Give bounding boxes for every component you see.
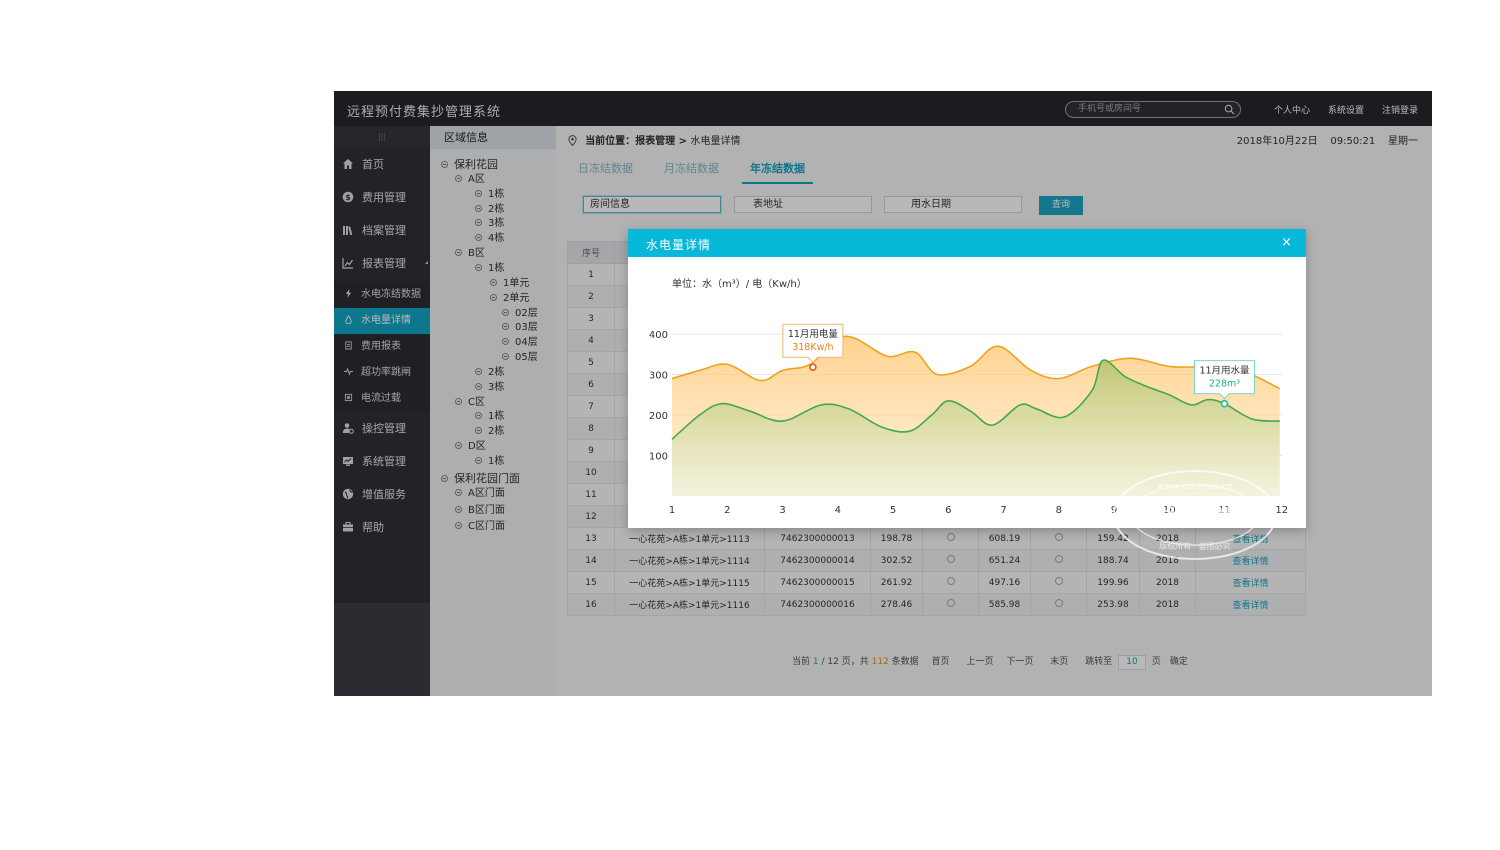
x-tick-label: 3 bbox=[779, 505, 785, 516]
watermark-url: www.jisheyun.cn bbox=[1157, 482, 1233, 492]
y-tick-label: 400 bbox=[649, 330, 668, 341]
x-tick-label: 7 bbox=[1000, 505, 1006, 516]
annotation-label: 11月用水量 bbox=[1199, 365, 1250, 377]
close-icon[interactable]: × bbox=[1281, 235, 1292, 250]
y-tick-label: 100 bbox=[649, 452, 668, 463]
y-tick-label: 300 bbox=[649, 371, 668, 382]
watermark-bottom-text: 版权所有 · 盗图必究 bbox=[1159, 541, 1231, 551]
x-tick-label: 1 bbox=[669, 505, 675, 516]
annotation-label: 11月用电量 bbox=[788, 328, 839, 340]
chart-y-axis: 100 200 300 400 bbox=[649, 330, 668, 463]
x-tick-label: 2 bbox=[724, 505, 730, 516]
app-window: 远程预付费集抄管理系统 个人中心 系统设置 注销登录 ||| 首页 $ 费用管理… bbox=[334, 91, 1432, 696]
annotation-value: 318Kw/h bbox=[792, 342, 833, 353]
y-tick-label: 200 bbox=[649, 411, 668, 422]
annotation-point[interactable] bbox=[809, 363, 817, 372]
x-tick-label: 4 bbox=[835, 505, 841, 516]
modal-header: 水电量详情 × bbox=[628, 229, 1306, 257]
annotation-value: 228m³ bbox=[1209, 379, 1240, 390]
chart-unit-label: 单位：水（m³）/ 电（Kw/h） bbox=[672, 277, 807, 290]
watermark-brand: 湖南集社 bbox=[1155, 504, 1235, 528]
x-tick-label: 5 bbox=[890, 505, 896, 516]
annotation-point[interactable] bbox=[1220, 399, 1229, 408]
x-tick-label: 8 bbox=[1056, 505, 1062, 516]
x-tick-label: 6 bbox=[945, 505, 951, 516]
modal-title: 水电量详情 bbox=[646, 238, 712, 252]
watermark-stamp: www.jisheyun.cn 湖南集社 版权所有 · 盗图必究 bbox=[1113, 470, 1277, 560]
